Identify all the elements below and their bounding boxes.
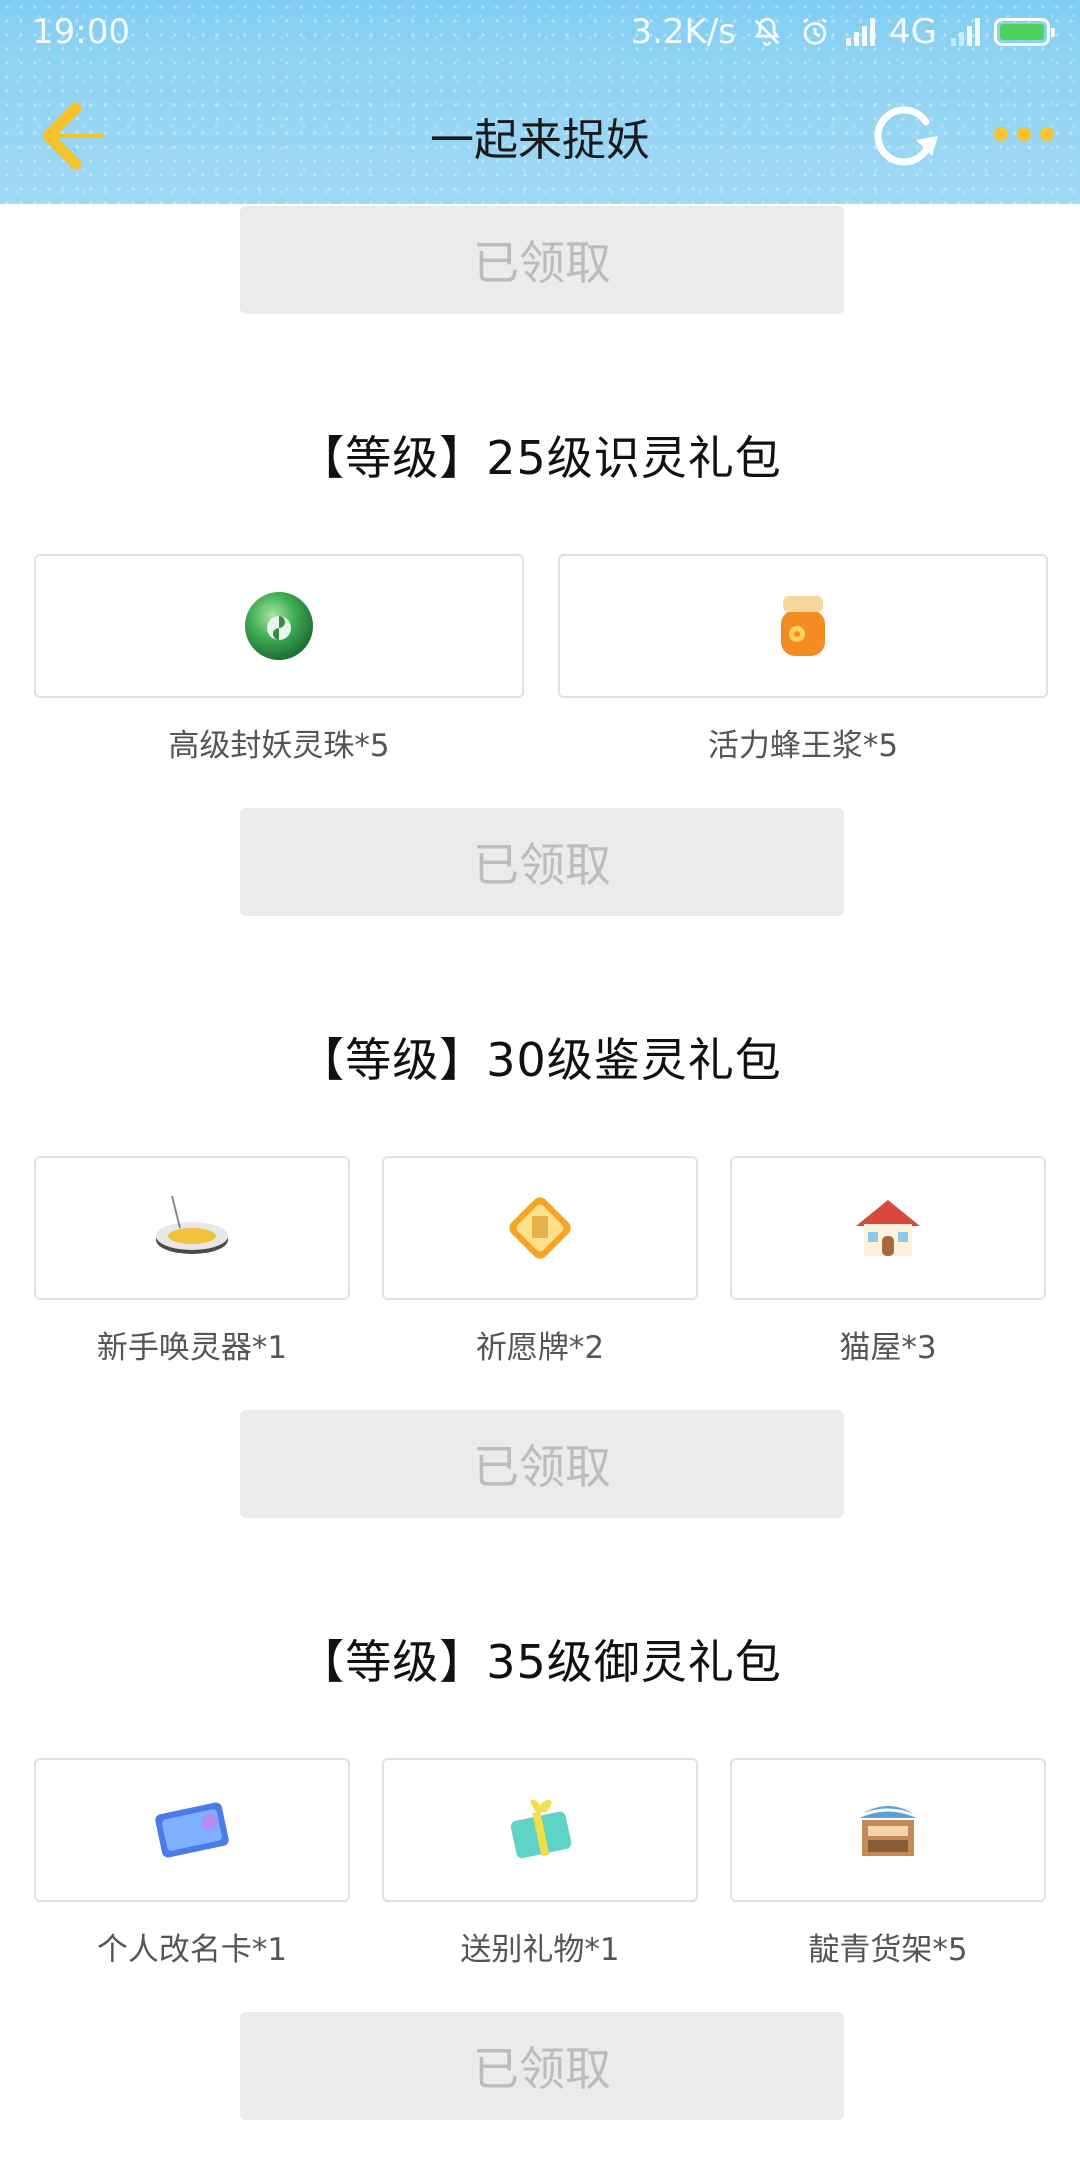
reward-label: 高级封妖灵珠*5 — [168, 728, 390, 764]
claimed-button[interactable]: 已领取 — [240, 1410, 844, 1518]
reward-label: 靛青货架*5 — [808, 1932, 968, 1968]
status-icons: 3.2K/s 4G — [630, 12, 1055, 52]
more-dot-icon — [1017, 127, 1031, 141]
claimed-button[interactable]: 已领取 — [240, 808, 844, 916]
green-orb-icon — [245, 592, 313, 660]
reward-item[interactable] — [382, 1156, 698, 1300]
reward-item[interactable] — [730, 1758, 1046, 1902]
reward-label: 个人改名卡*1 — [96, 1932, 288, 1968]
signal-icon — [951, 18, 980, 46]
status-time: 19:00 — [32, 12, 130, 52]
more-dot-icon — [994, 127, 1008, 141]
gift-box-icon — [510, 1799, 572, 1859]
hd-signal-icon — [846, 18, 876, 46]
reward-label: 祈愿牌*2 — [475, 1330, 605, 1366]
more-dot-icon — [1040, 127, 1054, 141]
status-bar: 19:00 3.2K/s 4G — [0, 0, 1080, 66]
reward-item[interactable] — [558, 554, 1048, 698]
reward-item[interactable] — [34, 554, 524, 698]
reward-item[interactable] — [382, 1758, 698, 1902]
reward-item[interactable] — [34, 1758, 350, 1902]
refresh-icon — [874, 106, 938, 166]
market-stall-icon — [855, 1806, 921, 1856]
pack-title: 【等级】35级御灵礼包 — [298, 1635, 782, 1689]
refresh-button[interactable] — [866, 100, 942, 170]
reward-item[interactable] — [34, 1156, 350, 1300]
more-button[interactable] — [994, 112, 1054, 156]
pack-title: 【等级】25级识灵礼包 — [298, 431, 782, 485]
reward-item[interactable] — [730, 1156, 1046, 1300]
reward-label: 活力蜂王浆*5 — [707, 728, 899, 764]
battery-icon — [994, 18, 1055, 46]
claimed-button[interactable]: 已领取 — [240, 206, 844, 314]
reward-label: 猫屋*3 — [839, 1330, 937, 1366]
pack-title: 【等级】30级鉴灵礼包 — [298, 1033, 782, 1087]
reward-label: 新手唤灵器*1 — [96, 1330, 288, 1366]
summoner-device-icon — [156, 1195, 228, 1254]
rename-card-icon — [155, 1802, 229, 1858]
wish-plaque-icon — [509, 1197, 571, 1259]
app-header: 19:00 3.2K/s 4G 一起来捉妖 — [0, 0, 1080, 204]
honey-jar-icon — [781, 596, 825, 656]
network-type: 4G — [889, 12, 937, 52]
alarm-icon — [802, 18, 828, 45]
claimed-button[interactable]: 已领取 — [240, 2012, 844, 2120]
bell-off-icon — [754, 17, 780, 47]
net-speed: 3.2K/s — [630, 12, 737, 52]
cat-house-icon — [856, 1200, 920, 1256]
reward-label: 送别礼物*1 — [460, 1932, 620, 1968]
